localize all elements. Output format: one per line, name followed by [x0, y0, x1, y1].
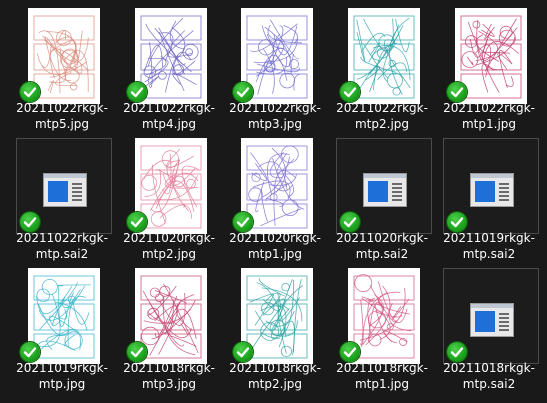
sync-check-icon: [340, 342, 360, 362]
file-name-line-1: 20211020rkgk-: [336, 231, 428, 245]
file-name-label: 20211019rkgk-mtp.sai2: [439, 230, 539, 262]
sync-check-icon: [447, 212, 467, 232]
file-name-line-2: mtp.jpg: [38, 377, 86, 391]
sync-check-icon: [20, 212, 40, 232]
file-name-line-2: mtp1.jpg: [354, 377, 410, 391]
file-name-line-1: 20211020rkgk-: [229, 231, 321, 245]
sai2-file-icon: [43, 173, 87, 207]
file-name-line-2: mtp.sai2: [355, 247, 409, 261]
file-name-line-1: 20211018rkgk-: [229, 361, 321, 375]
file-name-line-2: mtp.sai2: [462, 377, 516, 391]
sync-check-icon: [127, 342, 147, 362]
file-name-label: 20211022rkgk-mtp2.jpg: [332, 100, 432, 132]
file-name-line-1: 20211022rkgk-: [443, 101, 535, 115]
sync-check-icon: [447, 82, 467, 102]
file-name-line-1: 20211022rkgk-: [229, 101, 321, 115]
sync-check-icon: [340, 82, 360, 102]
file-name-line-1: 20211018rkgk-: [336, 361, 428, 375]
file-name-line-2: mtp3.jpg: [247, 117, 303, 131]
sai2-file-icon: [363, 173, 407, 207]
file-name-label: 20211020rkgk-mtp.sai2: [332, 230, 432, 262]
file-name-line-2: mtp.sai2: [35, 247, 89, 261]
file-name-line-2: mtp4.jpg: [141, 117, 197, 131]
file-name-line-1: 20211022rkgk-: [336, 101, 428, 115]
file-name-label: 20211019rkgk-mtp.jpg: [12, 360, 112, 392]
file-name-label: 20211022rkgk-mtp5.jpg: [12, 100, 112, 132]
sync-check-icon: [20, 342, 40, 362]
file-name-label: 20211022rkgk-mtp.sai2: [12, 230, 112, 262]
file-name-line-2: mtp3.jpg: [141, 377, 197, 391]
file-item[interactable]: 20211020rkgk-mtp2.jpg: [113, 134, 219, 266]
sync-check-icon: [233, 212, 253, 232]
sync-check-icon: [233, 82, 253, 102]
file-name-line-2: mtp5.jpg: [34, 117, 90, 131]
file-name-label: 20211018rkgk-mtp1.jpg: [332, 360, 432, 392]
file-name-line-2: mtp2.jpg: [141, 247, 197, 261]
file-item[interactable]: 20211018rkgk-mtp2.jpg: [219, 264, 325, 396]
file-item[interactable]: 20211020rkgk-mtp.sai2: [326, 134, 432, 266]
file-name-line-1: 20211018rkgk-: [123, 361, 215, 375]
file-name-line-1: 20211019rkgk-: [16, 361, 108, 375]
file-item[interactable]: 20211019rkgk-mtp.jpg: [6, 264, 112, 396]
sync-check-icon: [447, 342, 467, 362]
file-name-label: 20211018rkgk-mtp3.jpg: [119, 360, 219, 392]
file-name-label: 20211018rkgk-mtp.sai2: [439, 360, 539, 392]
file-name-label: 20211020rkgk-mtp1.jpg: [225, 230, 325, 262]
file-name-label: 20211022rkgk-mtp3.jpg: [225, 100, 325, 132]
file-name-label: 20211018rkgk-mtp2.jpg: [225, 360, 325, 392]
sync-check-icon: [340, 212, 360, 232]
file-grid: 20211022rkgk-mtp5.jpg 20211022rkgk-mtp4.j…: [0, 0, 547, 403]
file-item[interactable]: 20211022rkgk-mtp.sai2: [6, 134, 112, 266]
file-item[interactable]: 20211018rkgk-mtp3.jpg: [113, 264, 219, 396]
file-item[interactable]: 20211018rkgk-mtp1.jpg: [326, 264, 432, 396]
file-item[interactable]: 20211022rkgk-mtp5.jpg: [6, 4, 112, 136]
file-name-label: 20211020rkgk-mtp2.jpg: [119, 230, 219, 262]
file-name-line-1: 20211022rkgk-: [16, 101, 108, 115]
file-name-line-2: mtp.sai2: [462, 247, 516, 261]
file-name-line-1: 20211020rkgk-: [123, 231, 215, 245]
file-name-line-2: mtp2.jpg: [247, 377, 303, 391]
file-item[interactable]: 20211018rkgk-mtp.sai2: [433, 264, 539, 396]
file-name-line-2: mtp1.jpg: [461, 117, 517, 131]
file-item[interactable]: 20211022rkgk-mtp2.jpg: [326, 4, 432, 136]
sync-check-icon: [127, 212, 147, 232]
file-item[interactable]: 20211022rkgk-mtp4.jpg: [113, 4, 219, 136]
sync-check-icon: [233, 342, 253, 362]
file-item[interactable]: 20211019rkgk-mtp.sai2: [433, 134, 539, 266]
file-name-line-1: 20211019rkgk-: [443, 231, 535, 245]
sync-check-icon: [20, 82, 40, 102]
file-name-label: 20211022rkgk-mtp4.jpg: [119, 100, 219, 132]
file-name-line-1: 20211022rkgk-: [123, 101, 215, 115]
file-name-line-1: 20211022rkgk-: [16, 231, 108, 245]
file-name-line-1: 20211018rkgk-: [443, 361, 535, 375]
file-name-line-2: mtp1.jpg: [247, 247, 303, 261]
file-item[interactable]: 20211022rkgk-mtp1.jpg: [433, 4, 539, 136]
sync-check-icon: [127, 82, 147, 102]
file-item[interactable]: 20211020rkgk-mtp1.jpg: [219, 134, 325, 266]
file-name-line-2: mtp2.jpg: [354, 117, 410, 131]
file-item[interactable]: 20211022rkgk-mtp3.jpg: [219, 4, 325, 136]
file-name-label: 20211022rkgk-mtp1.jpg: [439, 100, 539, 132]
sai2-file-icon: [470, 173, 514, 207]
sai2-file-icon: [470, 303, 514, 337]
